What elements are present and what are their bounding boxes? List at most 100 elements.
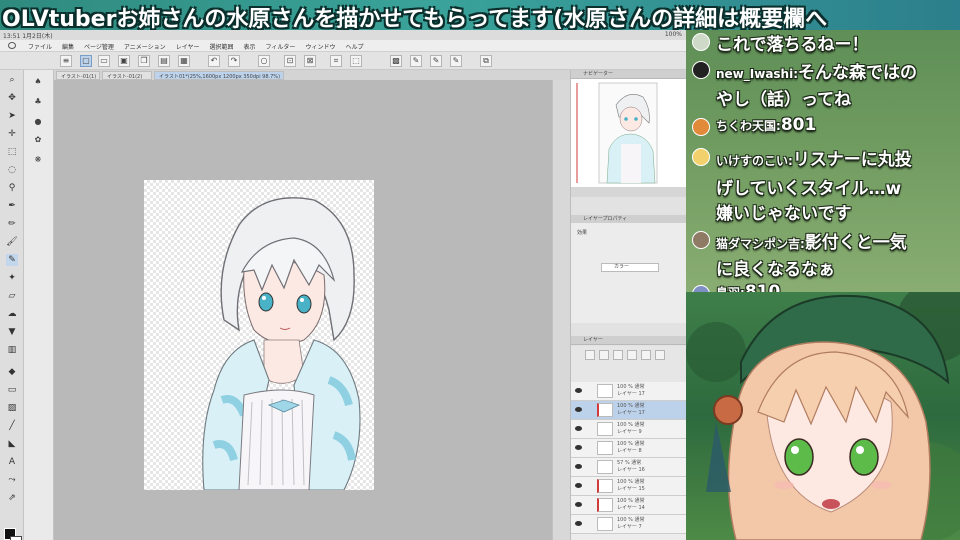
subtool-brush-icon[interactable]: ♠ (32, 76, 44, 88)
menu-item[interactable]: 編集 (62, 42, 74, 51)
frame-tool-icon[interactable]: ▭ (6, 384, 18, 396)
canvas-area[interactable] (54, 80, 570, 540)
layer-row[interactable]: 100 % 通常 レイヤー 8 (571, 439, 687, 458)
brush-tool-icon[interactable]: 🖌 (6, 236, 18, 248)
canvas-scrollbar[interactable] (552, 80, 570, 540)
fill-tool-icon[interactable]: ▼ (6, 326, 18, 338)
drawing-canvas[interactable] (144, 180, 374, 490)
lasso-tool-icon[interactable]: ◌ (6, 164, 18, 176)
menu-item[interactable]: ファイル (28, 42, 52, 51)
delete-layer-icon[interactable] (655, 350, 665, 360)
correction-tool-icon[interactable]: ⤳ (6, 474, 18, 486)
hand-tool-icon[interactable]: ⇗ (6, 492, 18, 504)
eye-icon[interactable] (575, 521, 582, 526)
eye-icon[interactable] (575, 483, 582, 488)
paste-icon[interactable]: ▤ (158, 55, 170, 67)
transform-icon[interactable]: ⬚ (350, 55, 362, 67)
layer-row[interactable]: 100 % 通常 レイヤー 17 (571, 401, 687, 420)
navigator-controls[interactable] (571, 187, 687, 197)
line-tool-icon[interactable]: ╱ (6, 420, 18, 432)
layer-label: 100 % 通常 レイヤー 17 (617, 384, 645, 398)
doc-tab-active[interactable]: イラスト01*(25%,1600px 1200px 350dpi 98.7%) (154, 71, 284, 80)
zoom-tool-icon[interactable]: ⌕ (6, 74, 18, 86)
subtool-spray-icon[interactable]: ❋ (32, 154, 44, 166)
gradient-tool-icon[interactable]: ▥ (6, 344, 18, 356)
eye-icon[interactable] (575, 502, 582, 507)
redo-icon[interactable]: ↷ (228, 55, 240, 67)
decoration-tool-icon[interactable]: ✦ (6, 272, 18, 284)
move-tool-icon[interactable]: ✥ (6, 92, 18, 104)
menu-item[interactable]: ページ管理 (84, 42, 114, 51)
menu-item[interactable]: 選択範囲 (210, 42, 234, 51)
menu-item[interactable]: ヘルプ (345, 42, 363, 51)
eye-icon[interactable] (575, 464, 582, 469)
airbrush-tool-icon[interactable]: ✎ (6, 254, 18, 266)
new-canvas-icon[interactable]: ▢ (80, 55, 92, 67)
invert-selection-icon[interactable]: ⊠ (304, 55, 316, 67)
move-layer-tool-icon[interactable]: ✛ (6, 128, 18, 140)
ruler-tool-icon[interactable]: ▨ (6, 402, 18, 414)
time-text: 13:51 (3, 33, 21, 40)
balloon-tool-icon[interactable]: ◣ (6, 438, 18, 450)
subtool-pen-icon[interactable]: ♣ (32, 96, 44, 108)
layer-thumbnail (597, 403, 613, 417)
clip-icon[interactable] (627, 350, 637, 360)
deselect-icon[interactable]: ⊡ (284, 55, 296, 67)
menu-item[interactable]: アニメーション (124, 42, 166, 51)
copy-icon[interactable]: ❐ (138, 55, 150, 67)
pen-teal-icon[interactable]: ✎ (450, 55, 462, 67)
pen-tool-icon[interactable]: ✒ (6, 200, 18, 212)
doc-tab-2[interactable]: イラスト-01(2) (102, 71, 152, 80)
pencil-tool-icon[interactable]: ✏ (6, 218, 18, 230)
layer-row[interactable]: 100 % 通常 レイヤー 14 (571, 496, 687, 515)
chat-username: ちくわ天国: (716, 119, 781, 133)
menu-item[interactable]: ウィンドウ (305, 42, 335, 51)
chat-avatar (692, 33, 710, 51)
circle-icon[interactable]: ○ (258, 55, 270, 67)
doc-tab-1[interactable]: イラスト-01(1) (56, 71, 100, 80)
layer-color-select[interactable]: カラー (601, 263, 659, 272)
layer-header[interactable]: レイヤー (571, 336, 687, 345)
app-logo-icon[interactable] (8, 42, 16, 49)
layer-row[interactable]: 100 % 通常 レイヤー 9 (571, 420, 687, 439)
lock-icon[interactable] (613, 350, 623, 360)
background-color-swatch[interactable] (10, 536, 22, 540)
menu-item[interactable]: 表示 (244, 42, 256, 51)
crop-icon[interactable]: ⌗ (330, 55, 342, 67)
blend-tool-icon[interactable]: ☁ (6, 308, 18, 320)
subtool-marker-icon[interactable]: ● (32, 116, 44, 128)
open-icon[interactable]: ▭ (98, 55, 110, 67)
new-layer-icon[interactable] (585, 350, 595, 360)
subtool-blend-icon[interactable]: ✿ (32, 134, 44, 146)
grid-icon[interactable]: ▩ (390, 55, 402, 67)
clear-icon[interactable]: ▦ (178, 55, 190, 67)
eyedropper-tool-icon[interactable]: ⚲ (6, 182, 18, 194)
undo-icon[interactable]: ↶ (208, 55, 220, 67)
eraser-tool-icon[interactable]: ▱ (6, 290, 18, 302)
selection-tool-icon[interactable]: ⬚ (6, 146, 18, 158)
layer-row[interactable]: 100 % 通常 レイヤー 7 (571, 515, 687, 534)
eye-icon[interactable] (575, 445, 582, 450)
layer-row[interactable]: 57 % 通常 レイヤー 16 (571, 458, 687, 477)
eye-icon[interactable] (575, 388, 582, 393)
eye-icon[interactable] (575, 426, 582, 431)
layers-icon[interactable]: ⧉ (480, 55, 492, 67)
operation-tool-icon[interactable]: ➤ (6, 110, 18, 122)
layer-mode: 100 % 通常 (617, 517, 645, 523)
layer-row[interactable]: 100 % 通常 レイヤー 17 (571, 382, 687, 401)
menu-item[interactable]: フィルター (266, 42, 296, 51)
navigator-preview[interactable] (571, 79, 687, 187)
pen-blue-icon[interactable]: ✎ (410, 55, 422, 67)
figure-tool-icon[interactable]: ◆ (6, 366, 18, 378)
menu-icon[interactable]: ≡ (60, 55, 72, 67)
navigator-header[interactable]: ナビゲーター (571, 70, 687, 79)
new-folder-icon[interactable] (599, 350, 609, 360)
menu-item[interactable]: レイヤー (176, 42, 200, 51)
layer-row[interactable]: 100 % 通常 レイヤー 15 (571, 477, 687, 496)
effect-label: 効果 (577, 230, 588, 236)
text-tool-icon[interactable]: A (6, 456, 18, 468)
eye-icon[interactable] (575, 407, 582, 412)
ref-layer-icon[interactable] (641, 350, 651, 360)
save-icon[interactable]: ▣ (118, 55, 130, 67)
pen-green-icon[interactable]: ✎ (430, 55, 442, 67)
